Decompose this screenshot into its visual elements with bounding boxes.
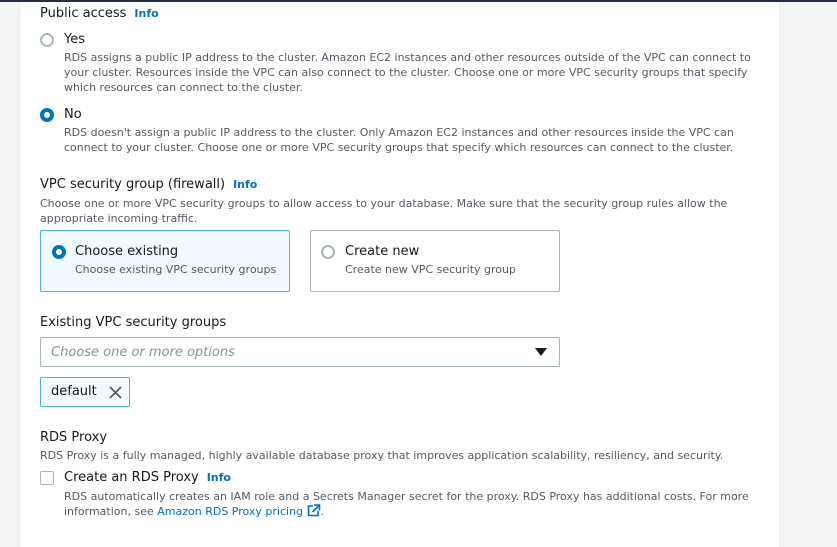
desc-line: RDS doesn't assign a public IP address t… <box>64 126 734 139</box>
choose-existing-label: Choose existing <box>75 244 179 259</box>
desc-line: RDS assigns a public IP address to the c… <box>64 51 751 64</box>
desc-line: connect to your cluster. Choose one or m… <box>64 141 734 154</box>
external-link-icon[interactable] <box>307 504 321 517</box>
public-access-info-link[interactable]: Info <box>134 7 158 20</box>
vpc-sg-description: Choose one or more VPC security groups t… <box>40 196 727 226</box>
token-label: default <box>51 384 97 399</box>
create-rds-proxy-label[interactable]: Create an RDS Proxy <box>64 470 199 485</box>
existing-sg-title: Existing VPC security groups <box>40 315 227 330</box>
rds-proxy-info-link[interactable]: Info <box>207 471 231 484</box>
rds-proxy-pricing-link[interactable]: Amazon RDS Proxy pricing <box>157 505 303 518</box>
public-access-no-description: RDS doesn't assign a public IP address t… <box>64 125 734 155</box>
public-access-no-radio[interactable] <box>40 108 54 122</box>
create-new-description: Create new VPC security group <box>345 263 516 276</box>
public-access-yes-description: RDS assigns a public IP address to the c… <box>64 50 751 95</box>
security-groups-placeholder: Choose one or more options <box>51 345 235 360</box>
public-access-title: Public access <box>40 6 127 21</box>
help-line-2: information, see Amazon RDS Proxy pricin… <box>64 504 749 519</box>
security-groups-select[interactable]: Choose one or more options <box>40 337 560 367</box>
create-new-radio[interactable] <box>321 245 335 259</box>
vpc-sg-title: VPC security group (firewall) <box>40 177 226 192</box>
help-line: RDS automatically creates an IAM role an… <box>64 490 749 503</box>
rds-proxy-title: RDS Proxy <box>40 430 108 445</box>
vpc-sg-info-link[interactable]: Info <box>233 178 257 191</box>
choose-existing-card[interactable]: Choose existing Choose existing VPC secu… <box>40 230 290 292</box>
public-access-yes-radio[interactable] <box>40 33 54 47</box>
desc-line: which resources can connect to the clust… <box>64 81 303 94</box>
create-rds-proxy-checkbox[interactable] <box>40 471 54 485</box>
rds-proxy-help: RDS automatically creates an IAM role an… <box>64 489 749 519</box>
desc-line: appropriate incoming traffic. <box>40 212 198 225</box>
rds-proxy-description: RDS Proxy is a fully managed, highly ava… <box>40 449 724 462</box>
choose-existing-radio[interactable] <box>52 245 66 259</box>
create-new-card[interactable]: Create new Create new VPC security group <box>310 230 560 292</box>
desc-line: your cluster. Resources inside the VPC c… <box>64 66 748 79</box>
help-prefix: information, see <box>64 505 158 518</box>
security-group-token: default <box>40 377 130 407</box>
public-access-heading: Public access Info <box>40 6 159 21</box>
help-suffix: . <box>320 505 325 518</box>
public-access-no-label[interactable]: No <box>64 107 82 122</box>
public-access-yes-label[interactable]: Yes <box>64 32 85 47</box>
caret-down-icon[interactable] <box>535 348 547 356</box>
desc-line: Choose one or more VPC security groups t… <box>40 197 728 210</box>
create-rds-proxy-heading: Create an RDS Proxy Info <box>64 470 231 485</box>
choose-existing-description: Choose existing VPC security groups <box>75 263 277 276</box>
create-new-label: Create new <box>345 244 420 259</box>
close-icon[interactable] <box>109 386 122 399</box>
vpc-sg-heading: VPC security group (firewall) Info <box>40 177 257 192</box>
